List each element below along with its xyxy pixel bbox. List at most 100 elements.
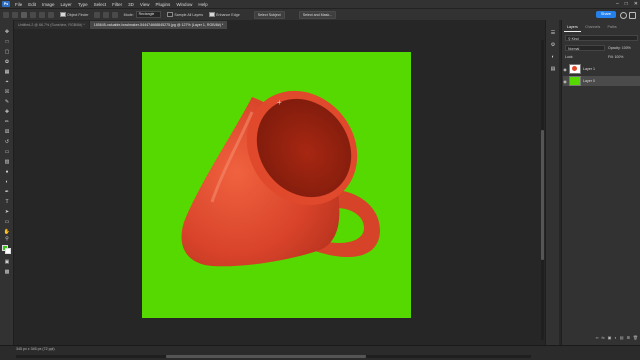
close-icon[interactable]: ✕ [634, 1, 638, 7]
enhance-edge-label: Enhance Edge [216, 12, 240, 17]
object-finder-label: Object Finder [67, 12, 89, 17]
visibility-eye-icon[interactable]: ◉ [563, 67, 567, 72]
layer-filter-select[interactable]: Kind [572, 37, 579, 41]
hand-tool-icon[interactable]: ✋ [3, 229, 11, 235]
visibility-eye-icon[interactable]: ◉ [563, 79, 567, 84]
horizontal-scroll-thumb[interactable] [166, 355, 366, 358]
add-to-selection-icon[interactable] [30, 11, 36, 18]
mode-label: Mode: [123, 12, 134, 17]
home-icon[interactable] [3, 11, 9, 18]
new-layer-icon[interactable]: ⊞ [627, 335, 630, 343]
menu-view[interactable]: View [137, 2, 153, 7]
move-tool-icon[interactable]: ✥ [3, 29, 11, 35]
object-finder-checkbox[interactable] [60, 11, 66, 18]
share-button[interactable]: Share [595, 11, 616, 18]
menu-3d[interactable]: 3D [125, 2, 137, 7]
clone-stamp-tool-icon[interactable]: ⚄ [3, 129, 11, 135]
intersect-selection-icon[interactable] [48, 11, 54, 18]
subtract-selection-icon[interactable] [39, 11, 45, 18]
opacity-value[interactable]: 100% [622, 46, 631, 50]
lock-label: Lock: [565, 55, 574, 59]
blur-tool-icon[interactable]: ● [3, 169, 11, 175]
fill-value[interactable]: 100% [614, 55, 623, 59]
tab-paths[interactable]: Paths [605, 23, 620, 31]
history-panel-icon[interactable]: ☰ [549, 30, 557, 36]
document-canvas[interactable]: + [142, 52, 411, 318]
menu-help[interactable]: Help [195, 2, 210, 7]
eyedropper-tool-icon[interactable]: ✎ [3, 99, 11, 105]
properties-panel-icon[interactable]: ⚙ [549, 42, 557, 48]
settings-gear-icon[interactable] [111, 11, 118, 18]
menu-select[interactable]: Select [91, 2, 110, 7]
maximize-icon[interactable]: □ [625, 1, 628, 7]
tab-channels[interactable]: Channels [582, 23, 603, 31]
rectangle-tool-icon[interactable]: ▭ [3, 219, 11, 225]
menu-type[interactable]: Type [75, 2, 91, 7]
background-color-swatch[interactable] [5, 248, 11, 254]
vertical-scroll-thumb[interactable] [541, 130, 544, 260]
opacity-label: Opacity: [608, 46, 621, 50]
history-brush-tool-icon[interactable]: ↺ [3, 139, 11, 145]
menu-file[interactable]: File [12, 2, 25, 7]
dodge-tool-icon[interactable]: ◐ [3, 179, 11, 185]
document-info: 345 px x 345 px (72 ppi) [16, 347, 55, 351]
adjustments-panel-icon[interactable]: ◐ [549, 54, 557, 60]
show-objects-icon[interactable] [102, 11, 109, 18]
zoom-tool-icon[interactable]: ⚲ [3, 236, 11, 242]
gradient-tool-icon[interactable]: ▨ [3, 159, 11, 165]
window-controls: – □ ✕ [616, 0, 638, 8]
layer-row-layer-0[interactable]: ◉ Layer 0 [563, 76, 640, 86]
lasso-tool-icon[interactable]: ✿ [3, 59, 11, 65]
menu-edit[interactable]: Edit [25, 2, 39, 7]
healing-brush-tool-icon[interactable]: ✚ [3, 109, 11, 115]
horizontal-scrollbar[interactable] [16, 355, 531, 358]
object-selection-tool-icon[interactable]: ▦ [3, 69, 11, 75]
link-layers-icon[interactable]: ∞ [596, 335, 599, 343]
select-and-mask-button[interactable]: Select and Mask... [298, 10, 337, 19]
select-subject-button[interactable]: Select Subject [253, 10, 285, 19]
path-selection-tool-icon[interactable]: ➤ [3, 209, 11, 215]
layer-style-icon[interactable]: fx [601, 335, 604, 343]
menu-filter[interactable]: Filter [109, 2, 125, 7]
tab-active-document[interactable]: 185645-valuable-bowlmaker-54447466884527… [89, 21, 228, 29]
new-selection-icon[interactable] [21, 11, 27, 18]
sample-all-layers-checkbox[interactable] [167, 11, 173, 18]
menu-plugins[interactable]: Plugins [153, 2, 174, 7]
pen-tool-icon[interactable]: ✒ [3, 189, 11, 195]
minimize-icon[interactable]: – [616, 1, 619, 7]
menu-layer[interactable]: Layer [58, 2, 75, 7]
type-tool-icon[interactable]: T [3, 199, 11, 205]
workspace-icon[interactable] [629, 12, 636, 19]
tools-panel: ✥ □ ▢ ✿ ▦ ⌖ ☒ ✎ ✚ ✏ ⚄ ↺ ▭ ▨ ● ◐ ✒ T ➤ ▭ … [0, 20, 14, 345]
layer-name: Layer 0 [583, 79, 595, 83]
screen-mode-icon[interactable]: ▩ [3, 269, 11, 275]
menu-image[interactable]: Image [39, 2, 58, 7]
marquee-tool-icon[interactable]: ▢ [3, 49, 11, 55]
add-mask-icon[interactable]: ▣ [608, 335, 612, 343]
layer-row-layer-1[interactable]: ◉ Layer 1 [563, 64, 640, 74]
new-group-icon[interactable]: ▤ [620, 335, 624, 343]
libraries-panel-icon[interactable]: ▤ [549, 66, 557, 72]
quick-mask-icon[interactable]: ▣ [3, 259, 11, 265]
search-icon: ⚲ [568, 37, 571, 41]
eraser-tool-icon[interactable]: ▭ [3, 149, 11, 155]
mode-select[interactable]: Rectangle [135, 10, 162, 19]
tab-untitled-2[interactable]: Untitled-2 @ 66.7% (Sunshine, RGB/8#) * [14, 21, 89, 29]
menu-window[interactable]: Window [173, 2, 195, 7]
refresh-icon[interactable] [93, 11, 100, 18]
menu-bar: Ps File Edit Image Layer Type Select Fil… [0, 0, 640, 8]
enhance-edge-checkbox[interactable] [209, 11, 215, 18]
vertical-scrollbar[interactable] [541, 40, 544, 340]
object-selection-tool-icon[interactable] [12, 11, 18, 18]
adjustment-layer-icon[interactable]: ◐ [614, 335, 616, 343]
delete-layer-icon[interactable]: 🗑 [633, 335, 638, 343]
crop-tool-icon[interactable]: ⌖ [3, 79, 11, 85]
search-icon[interactable] [620, 12, 627, 19]
frame-tool-icon[interactable]: ☒ [3, 89, 11, 95]
tab-layers[interactable]: Layers [564, 23, 581, 32]
red-mug-image [181, 90, 380, 267]
artboard-tool-icon[interactable]: □ [3, 39, 11, 45]
brush-tool-icon[interactable]: ✏ [3, 119, 11, 125]
crosshair-cursor-icon: + [277, 98, 282, 107]
blend-mode-select[interactable]: Normal [565, 45, 605, 51]
